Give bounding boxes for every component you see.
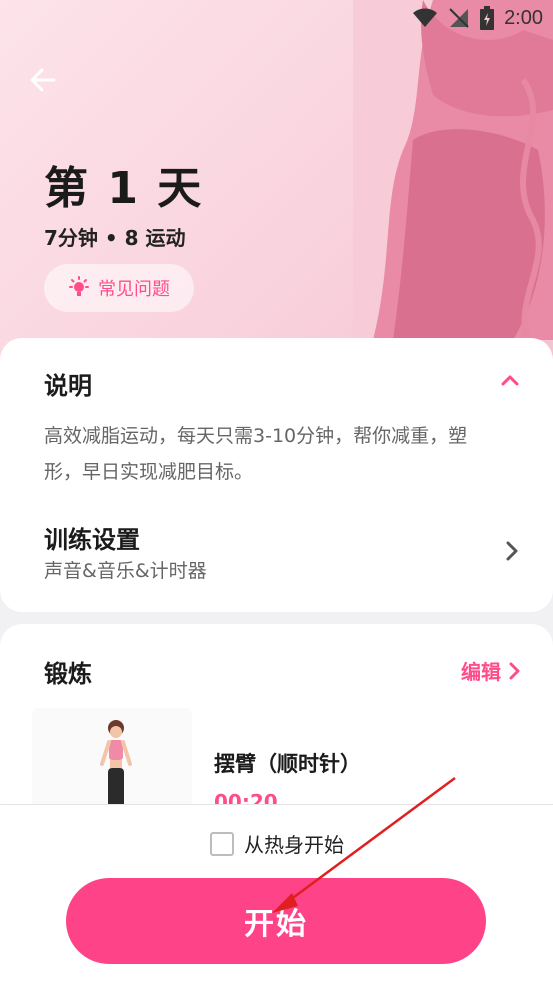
hero-model-image <box>353 0 553 340</box>
day-title: 第 1 天 <box>44 163 204 214</box>
start-button[interactable]: 开始 <box>66 878 486 964</box>
warmup-label: 从热身开始 <box>244 833 344 857</box>
status-bar: 2:00 <box>412 4 543 32</box>
warmup-checkbox[interactable] <box>210 831 234 856</box>
workout-meta: 7分钟 • 8 运动 <box>44 226 186 250</box>
chevron-right-icon <box>506 541 518 561</box>
status-time: 2:00 <box>504 6 543 29</box>
training-settings-subtitle: 声音&音乐&计时器 <box>44 560 207 582</box>
description-text: 高效减脂运动，每天只需3-10分钟，帮你减重，塑形，早日实现减肥目标。 <box>44 425 468 483</box>
exercise-name: 摆臂（顺时针） <box>214 752 361 776</box>
chevron-up-icon[interactable] <box>501 374 519 386</box>
bottom-action-bar: 从热身开始 开始 <box>0 804 553 984</box>
back-arrow-icon[interactable] <box>28 62 58 98</box>
info-card: 说明 高效减脂运动，每天只需3-10分钟，帮你减重，塑形，早日实现减肥目标。 训… <box>0 338 553 612</box>
faq-button[interactable]: 常见问题 <box>44 264 194 312</box>
lightbulb-icon <box>69 276 89 296</box>
faq-label: 常见问题 <box>98 279 170 300</box>
workout-title: 锻炼 <box>44 660 92 688</box>
battery-icon <box>480 6 495 30</box>
edit-button[interactable]: 编辑 <box>461 656 521 685</box>
chevron-right-icon <box>509 662 520 679</box>
training-settings-title: 训练设置 <box>44 526 140 554</box>
workout-card: 锻炼 编辑 摆臂（顺时针） 00:20 <box>0 624 553 824</box>
warmup-option[interactable]: 从热身开始 <box>210 829 344 858</box>
description-title: 说明 <box>44 372 92 400</box>
edit-label: 编辑 <box>461 660 501 684</box>
signal-icon <box>449 8 469 28</box>
wifi-icon <box>413 8 438 27</box>
